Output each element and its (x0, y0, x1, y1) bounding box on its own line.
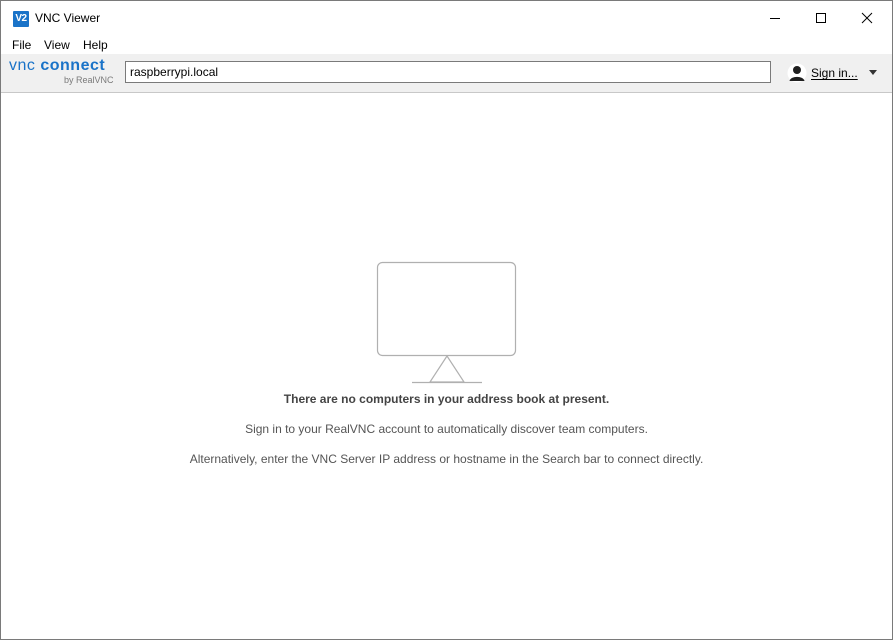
close-icon (861, 12, 873, 24)
logo-by-realvnc: by RealVNC (64, 75, 114, 85)
logo-connect-text: connect (40, 57, 106, 74)
window-title: VNC Viewer (35, 11, 101, 25)
vnc-app-icon: V2 (13, 11, 29, 27)
menu-file[interactable]: File (12, 38, 31, 52)
logo-vnc-text: vnc (9, 57, 36, 74)
minimize-button[interactable] (752, 1, 798, 35)
empty-state-search-hint: Alternatively, enter the VNC Server IP a… (189, 452, 704, 466)
menu-view[interactable]: View (44, 38, 70, 52)
maximize-button[interactable] (798, 1, 844, 35)
vnc-viewer-window: V2 VNC Viewer File View Help vnc connect… (0, 0, 893, 640)
monitor-icon (376, 261, 517, 384)
empty-state-signin-hint: Sign in to your RealVNC account to autom… (245, 422, 648, 436)
toolbar: vnc connect by RealVNC Sign in... (1, 54, 892, 93)
menu-bar: File View Help (1, 35, 892, 54)
search-input[interactable] (125, 61, 771, 83)
maximize-icon (816, 13, 826, 23)
vnc-connect-logo: vnc connect (9, 57, 105, 75)
title-bar[interactable]: V2 VNC Viewer (1, 1, 892, 35)
user-icon (787, 63, 807, 83)
chevron-down-icon[interactable] (869, 70, 877, 75)
sign-in-label: Sign in... (811, 66, 858, 80)
sign-in-button[interactable]: Sign in... (787, 62, 883, 84)
empty-state-heading: There are no computers in your address b… (283, 392, 610, 406)
address-book-area: There are no computers in your address b… (1, 93, 892, 639)
menu-help[interactable]: Help (83, 38, 108, 52)
minimize-icon (770, 18, 780, 19)
close-button[interactable] (844, 1, 890, 35)
